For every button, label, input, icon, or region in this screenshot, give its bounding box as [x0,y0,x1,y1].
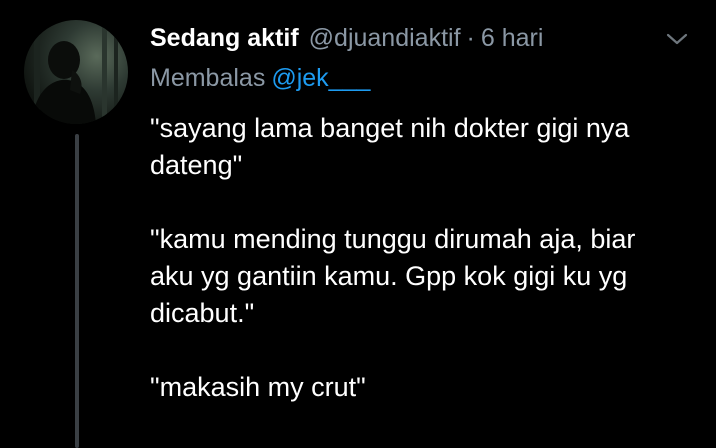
tweet-line: "makasih my crut" [150,372,366,402]
timestamp[interactable]: 6 hari [481,24,544,53]
tweet-line: aku yg gantiin kamu. Gpp kok gigi ku yg [150,261,628,291]
tweet-line: "kamu mending tunggu dirumah aja, biar [150,224,636,254]
chevron-down-icon[interactable] [665,30,689,48]
tweet[interactable]: Sedang aktif @djuandiaktif · 6 hari Memb… [0,0,716,448]
tweet-line: dateng" [150,150,243,180]
avatar-image [32,20,118,124]
reply-mention-link[interactable]: @jek___ [271,64,370,92]
tweet-paragraph: "sayang lama banget nih dokter gigi nya … [150,110,690,184]
display-name[interactable]: Sedang aktif [150,24,299,53]
tweet-paragraph: "makasih my crut" [150,369,690,406]
avatar[interactable] [24,20,128,124]
user-handle[interactable]: @djuandiaktif [309,24,461,53]
thread-line [75,134,79,448]
replying-label: Membalas [150,64,266,92]
tweet-line: dicabut." [150,298,255,328]
tweet-line: "sayang lama banget nih dokter gigi nya [150,113,630,143]
separator-dot: · [466,24,475,52]
tweet-header: Sedang aktif @djuandiaktif · 6 hari [150,24,543,54]
replying-to: Membalas @jek___ [150,64,370,93]
tweet-paragraph: "kamu mending tunggu dirumah aja, biar a… [150,221,690,332]
tweet-text: "sayang lama banget nih dokter gigi nya … [150,110,690,443]
